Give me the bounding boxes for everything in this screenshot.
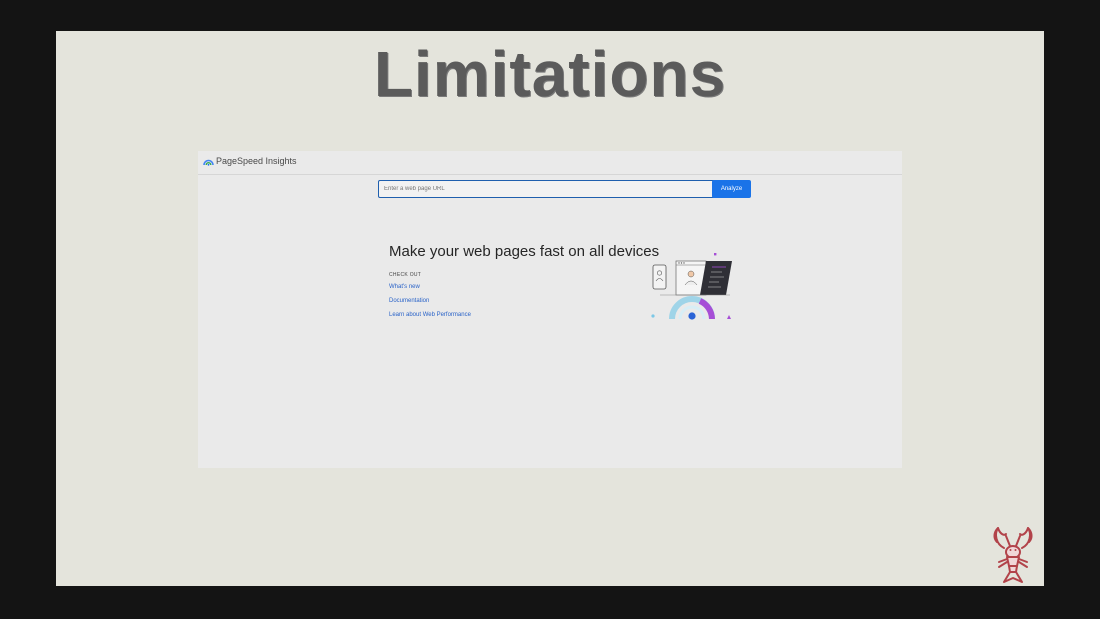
pagespeed-header: PageSpeed Insights <box>198 151 902 175</box>
url-input[interactable] <box>378 180 715 198</box>
check-out-label: CHECK OUT <box>389 272 422 278</box>
pagespeed-screenshot: PageSpeed Insights Analyze Make your web… <box>198 151 902 468</box>
page-headline: Make your web pages fast on all devices <box>389 243 660 260</box>
link-documentation[interactable]: Documentation <box>389 298 429 304</box>
link-whats-new[interactable]: What's new <box>389 284 420 290</box>
devices-speed-illustration <box>651 253 732 320</box>
slide-title: Limitations <box>373 38 727 110</box>
lobster-icon <box>993 527 1033 583</box>
link-web-performance[interactable]: Learn about Web Performance <box>389 312 471 318</box>
brand-name[interactable]: PageSpeed Insights <box>216 156 297 166</box>
analyze-button[interactable]: Analyze <box>712 180 751 198</box>
presentation-slide: Limitations PageSpeed Insights Analyze M… <box>56 31 1044 586</box>
pagespeed-gauge-icon[interactable] <box>203 157 214 166</box>
